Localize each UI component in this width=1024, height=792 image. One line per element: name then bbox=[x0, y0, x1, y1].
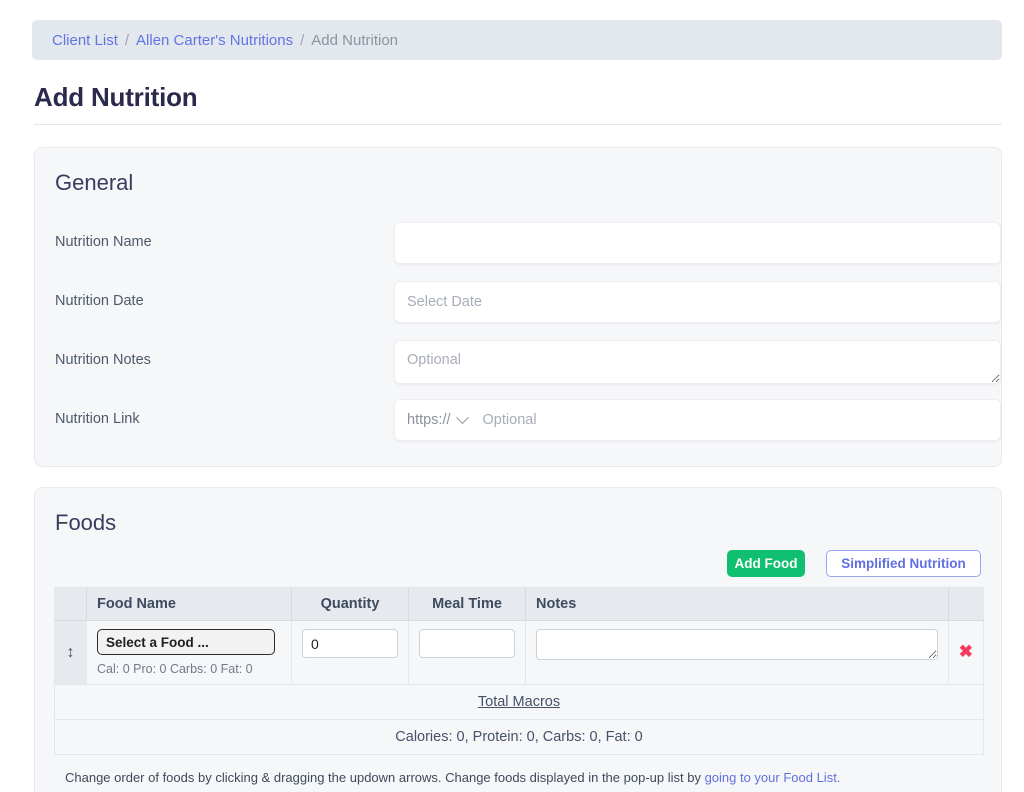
general-heading: General bbox=[55, 170, 134, 195]
total-macros-values-cell: Calories: 0, Protein: 0, Carbs: 0, Fat: … bbox=[54, 719, 984, 755]
column-header-notes: Notes bbox=[525, 587, 949, 621]
breadcrumb-separator: / bbox=[124, 31, 130, 49]
row-macros-summary: Cal: 0 Pro: 0 Carbs: 0 Fat: 0 bbox=[97, 662, 253, 676]
breadcrumb-item-client-list[interactable]: Client List bbox=[52, 32, 118, 49]
nutrition-link-input[interactable] bbox=[480, 411, 988, 429]
foods-heading: Foods bbox=[55, 510, 117, 535]
general-card: General Nutrition Name Nutrition Date Nu… bbox=[34, 147, 1002, 467]
row-meal-time-cell bbox=[408, 620, 526, 685]
total-macros-values-row: Calories: 0, Protein: 0, Carbs: 0, Fat: … bbox=[54, 719, 984, 755]
title-divider bbox=[34, 124, 1002, 125]
nutrition-date-input[interactable] bbox=[394, 281, 1001, 323]
table-row: ↕ Select a Food ... Cal: 0 Pro: 0 Carbs:… bbox=[54, 620, 984, 685]
row-food-name-cell: Select a Food ... Cal: 0 Pro: 0 Carbs: 0… bbox=[86, 620, 292, 685]
food-list-link[interactable]: going to your Food List. bbox=[705, 770, 841, 785]
add-food-button[interactable]: Add Food bbox=[727, 550, 805, 577]
total-macros-link[interactable]: Total Macros bbox=[478, 694, 560, 710]
chevron-down-icon bbox=[455, 410, 469, 424]
column-header-meal-time: Meal Time bbox=[408, 587, 526, 621]
foods-footnote: Change order of foods by clicking & drag… bbox=[65, 770, 840, 785]
page-title: Add Nutrition bbox=[34, 82, 198, 112]
simplified-nutrition-button[interactable]: Simplified Nutrition bbox=[826, 550, 981, 577]
row-notes-cell bbox=[525, 620, 949, 685]
page-root: Client List / Allen Carter's Nutritions … bbox=[0, 0, 1024, 792]
url-scheme-value: https:// bbox=[407, 412, 451, 428]
column-header-food-name: Food Name bbox=[86, 587, 292, 621]
quantity-input[interactable] bbox=[302, 629, 398, 658]
foods-table-header-row: Food Name Quantity Meal Time Notes bbox=[54, 587, 984, 621]
column-header-quantity: Quantity bbox=[291, 587, 409, 621]
nutrition-name-label: Nutrition Name bbox=[55, 234, 152, 250]
breadcrumb-item-current: Add Nutrition bbox=[311, 31, 399, 49]
nutrition-link-group: https:// bbox=[394, 399, 1001, 441]
delete-row-icon[interactable]: ✖ bbox=[959, 642, 973, 661]
field-row-nutrition-date: Nutrition Date bbox=[55, 281, 1001, 323]
nutrition-notes-label: Nutrition Notes bbox=[55, 352, 151, 368]
notes-textarea[interactable] bbox=[536, 629, 938, 660]
row-quantity-cell bbox=[291, 620, 409, 685]
field-row-nutrition-link: Nutrition Link https:// bbox=[55, 399, 1001, 441]
foods-footnote-text: Change order of foods by clicking & drag… bbox=[65, 770, 705, 785]
select-food-button[interactable]: Select a Food ... bbox=[97, 629, 275, 655]
field-row-nutrition-notes: Nutrition Notes bbox=[55, 340, 1001, 384]
row-drag-handle-cell[interactable]: ↕ bbox=[54, 620, 87, 685]
column-header-delete bbox=[948, 587, 984, 621]
nutrition-notes-textarea[interactable] bbox=[394, 340, 1001, 384]
field-row-nutrition-name: Nutrition Name bbox=[55, 222, 1001, 264]
nutrition-name-input[interactable] bbox=[394, 222, 1001, 264]
updown-arrows-icon[interactable]: ↕ bbox=[67, 644, 75, 661]
column-header-handle bbox=[54, 587, 87, 621]
foods-card: Foods Add Food Simplified Nutrition Food… bbox=[34, 487, 1002, 792]
breadcrumb: Client List / Allen Carter's Nutritions … bbox=[32, 20, 1002, 60]
row-delete-cell[interactable]: ✖ bbox=[948, 620, 984, 685]
total-macros-label-row: Total Macros bbox=[54, 684, 984, 720]
foods-table: Food Name Quantity Meal Time Notes ↕ Sel… bbox=[54, 587, 984, 755]
nutrition-link-label: Nutrition Link bbox=[55, 411, 140, 427]
nutrition-date-label: Nutrition Date bbox=[55, 293, 144, 309]
url-scheme-select[interactable]: https:// bbox=[407, 410, 469, 428]
breadcrumb-item-client-nutritions[interactable]: Allen Carter's Nutritions bbox=[136, 32, 293, 49]
total-macros-label-cell: Total Macros bbox=[54, 684, 984, 720]
meal-time-input[interactable] bbox=[419, 629, 515, 658]
breadcrumb-separator: / bbox=[300, 31, 305, 49]
